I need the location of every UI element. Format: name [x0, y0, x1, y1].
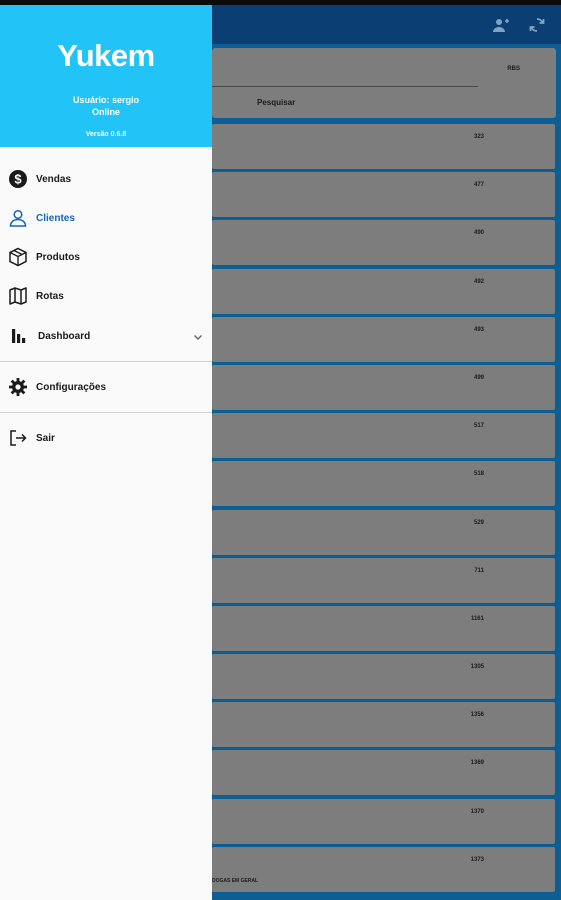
drawer-header: Yukem Usuário: sergio Online Versão 0.6.… — [0, 5, 212, 147]
list-item[interactable]: 490 — [212, 220, 555, 266]
search-button[interactable]: Pesquisar — [257, 98, 295, 107]
bar-chart-icon — [8, 326, 28, 346]
list-item[interactable]: 492 — [212, 268, 555, 314]
search-card: RBS Pesquisar — [212, 48, 556, 118]
client-code: 1305 — [470, 664, 484, 671]
list-item[interactable]: 493 — [212, 316, 555, 362]
client-code: 517 — [473, 423, 484, 430]
client-code: 1373 — [470, 856, 484, 863]
search-badge: RBS — [507, 66, 520, 72]
menu-label-vendas: Vendas — [36, 173, 72, 185]
client-code: 492 — [473, 278, 484, 285]
version-label: Versão 0.6.8 — [85, 131, 127, 138]
client-code: 518 — [473, 471, 484, 478]
add-person-icon[interactable] — [491, 15, 511, 35]
dollar-circle-icon: $ — [8, 169, 28, 189]
chevron-down-icon[interactable] — [192, 330, 204, 342]
client-list: 323 477 490 492 493 499 517 518 529 711 1161 1305 13… — [212, 124, 555, 895]
client-code: 1161 — [470, 615, 484, 622]
list-item[interactable]: 323 — [212, 124, 555, 169]
list-item[interactable]: 1161 — [212, 605, 555, 651]
menu-item-rotas[interactable]: Rotas — [0, 279, 212, 313]
menu-item-clientes[interactable]: Clientes — [0, 201, 212, 235]
box-icon — [8, 247, 28, 267]
list-item[interactable]: 477 — [212, 172, 555, 218]
menu-label-clientes: Clientes — [36, 212, 75, 224]
status-label: Online — [91, 107, 120, 117]
client-code: 493 — [473, 326, 484, 333]
client-description: DOGAS EM GERAL — [212, 877, 259, 884]
menu-item-dashboard[interactable]: Dashboard — [0, 319, 212, 353]
sync-icon[interactable] — [527, 15, 547, 35]
list-item[interactable]: 1369 — [212, 750, 555, 796]
person-icon — [8, 208, 28, 228]
menu-label-sair: Sair — [36, 432, 55, 444]
menu-label-dashboard: Dashboard — [38, 330, 91, 342]
client-code: 711 — [474, 567, 484, 574]
divider — [0, 361, 212, 362]
menu-item-produtos[interactable]: Produtos — [0, 240, 212, 274]
list-item[interactable]: 1356 — [212, 702, 555, 748]
list-item[interactable]: 1370 — [212, 798, 555, 844]
menu-item-configuracoes[interactable]: Configurações — [0, 370, 212, 404]
list-item[interactable]: 711 — [212, 557, 555, 603]
list-item[interactable]: 529 — [212, 509, 555, 555]
gear-icon — [8, 377, 28, 397]
list-item[interactable]: 499 — [212, 364, 555, 410]
client-code: 1356 — [470, 712, 484, 719]
client-code: 1370 — [470, 808, 484, 815]
client-code: 499 — [473, 374, 484, 381]
logout-icon — [8, 428, 28, 448]
navigation-drawer: Yukem Usuário: sergio Online Versão 0.6.… — [0, 5, 212, 900]
list-item[interactable]: 517 — [212, 413, 555, 459]
app-title: Yukem — [57, 38, 155, 73]
client-code: 323 — [473, 134, 484, 140]
client-code: 529 — [473, 519, 484, 526]
svg-text:$: $ — [14, 172, 22, 187]
map-icon — [8, 286, 28, 306]
list-item[interactable]: 1305 — [212, 654, 555, 700]
client-code: 1369 — [470, 760, 484, 767]
list-item[interactable]: 1373 DOGAS EM GERAL — [212, 846, 555, 892]
divider — [0, 412, 212, 413]
list-item[interactable]: 518 — [212, 461, 555, 507]
menu-label-configuracoes: Configurações — [36, 381, 107, 393]
menu-label-rotas: Rotas — [36, 290, 64, 302]
client-code: 490 — [473, 230, 484, 237]
client-code: 477 — [473, 182, 484, 189]
user-label: Usuário: sergio — [72, 95, 139, 105]
menu-label-produtos: Produtos — [36, 251, 80, 263]
search-input[interactable] — [212, 86, 478, 87]
menu-item-vendas[interactable]: $ Vendas — [0, 162, 212, 196]
menu-item-sair[interactable]: Sair — [0, 421, 212, 455]
